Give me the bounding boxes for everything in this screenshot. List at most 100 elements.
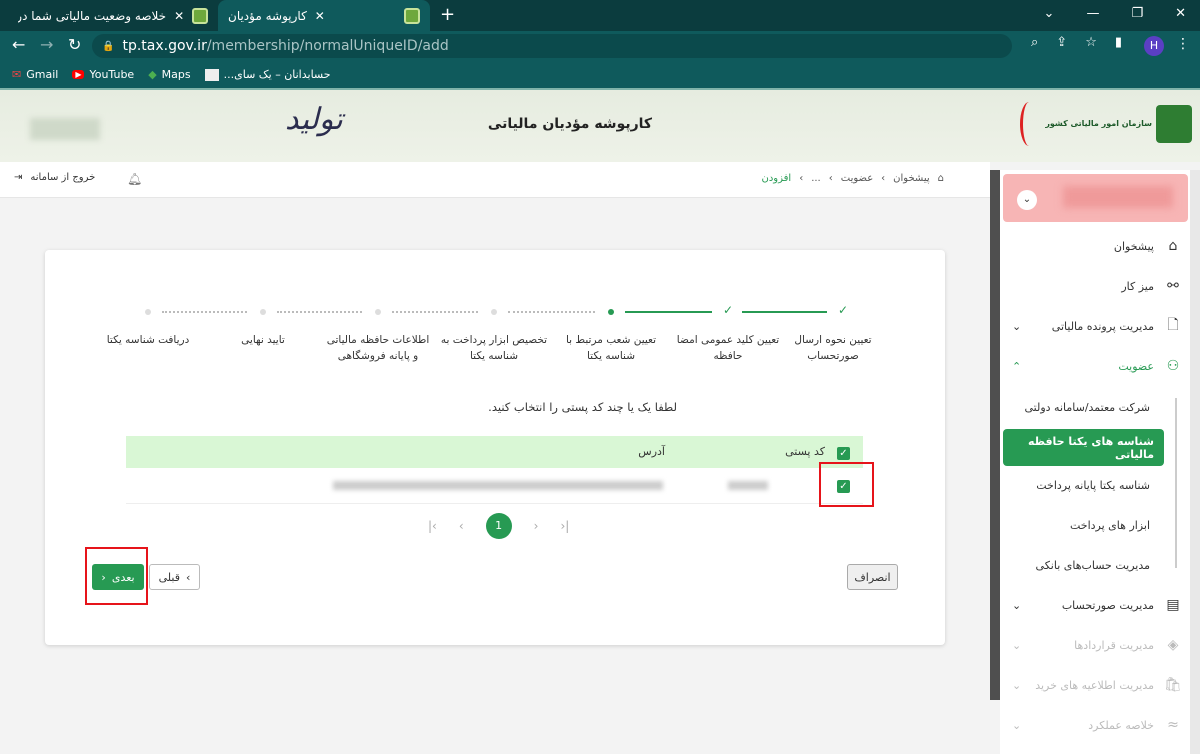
last-page-icon[interactable]: ›| bbox=[560, 519, 569, 533]
bag-icon: 🛍︎ bbox=[1164, 677, 1182, 693]
home-icon: ⌂ bbox=[937, 173, 944, 184]
step-dot bbox=[491, 309, 497, 315]
user-profile-card[interactable]: ⌄ bbox=[1003, 174, 1188, 222]
sidebar-item[interactable]: ≈ خلاصه عملکرد ⌄ bbox=[1002, 705, 1182, 745]
step-label: تعیین شعب مرتبط با شناسه یکتا bbox=[565, 334, 657, 362]
step-connector bbox=[162, 311, 247, 313]
sidebar-item[interactable]: ⚯ میز کار bbox=[1002, 266, 1182, 306]
tab-search-icon[interactable]: ⌄ bbox=[1044, 6, 1055, 21]
back-icon[interactable]: ← bbox=[12, 35, 25, 54]
step-dot bbox=[145, 309, 151, 315]
lock-icon: 🔒 bbox=[102, 40, 115, 52]
sidebar-scrollbar[interactable] bbox=[990, 170, 1000, 700]
next-page-icon[interactable]: › bbox=[534, 519, 539, 533]
logout-button[interactable]: خروج از سامانه ⇥ bbox=[14, 172, 95, 183]
breadcrumb-current: افزودن bbox=[761, 173, 792, 184]
url-host: tp.tax.gov.ir bbox=[122, 38, 207, 54]
chevron-down-icon: ⌄ bbox=[1012, 638, 1022, 652]
prev-button[interactable]: › قبلی bbox=[149, 564, 200, 590]
breadcrumb-item[interactable]: عضویت bbox=[841, 173, 873, 184]
browser-tab-active[interactable]: ✕ کارپوشه مؤدیان bbox=[218, 0, 430, 31]
tax-org-logo: سازمان امور مالیاتی کشور bbox=[1020, 102, 1192, 146]
chevron-down-icon[interactable]: ⌄ bbox=[1017, 190, 1037, 210]
browser-tab-bar: ✕ خلاصه وضعیت مالیاتی شما در نظا ✕ کارپو… bbox=[0, 0, 1200, 31]
menu-icon[interactable]: ⋮ bbox=[1176, 36, 1190, 52]
sidebar-item-label: مدیریت اطلاعیه های خرید bbox=[1035, 678, 1154, 692]
page-scrollbar[interactable] bbox=[1190, 170, 1200, 754]
user-icon: ⚇ bbox=[1166, 358, 1180, 374]
step-label: اطلاعات حافظه مالیاتی و پایانه فروشگاهی bbox=[326, 334, 430, 362]
invoice-icon: ▤ bbox=[1166, 597, 1180, 613]
share-icon[interactable]: ⇪ bbox=[1056, 35, 1067, 50]
sidebar-item[interactable]: ⚇ عضویت ⌃ bbox=[1002, 346, 1182, 386]
tab-title: کارپوشه مؤدیان bbox=[228, 8, 307, 23]
tab-favicon bbox=[192, 7, 208, 24]
logout-label: خروج از سامانه bbox=[30, 172, 96, 183]
sidebar-item-label: عضویت bbox=[1118, 359, 1154, 373]
new-tab-icon[interactable]: + bbox=[440, 4, 455, 25]
breadcrumb-item[interactable]: پیشخوان bbox=[893, 173, 929, 184]
close-window-icon[interactable]: ✕ bbox=[1175, 6, 1186, 21]
step-connector bbox=[508, 311, 595, 313]
browser-tab[interactable]: ✕ خلاصه وضعیت مالیاتی شما در نظا bbox=[8, 0, 218, 31]
sidebar-subitem[interactable]: ابزار های پرداخت bbox=[1070, 506, 1150, 544]
bookmark-star-icon[interactable]: ☆ bbox=[1085, 35, 1097, 50]
bookmark-label: YouTube bbox=[89, 68, 135, 81]
blurred-postal-code bbox=[728, 481, 768, 490]
page-1-button[interactable]: 1 bbox=[485, 513, 512, 539]
sidebar-subitem[interactable]: شناسه یکتا پایانه پرداخت bbox=[1036, 466, 1150, 504]
step-connector bbox=[277, 311, 362, 313]
logo-text: سازمان امور مالیاتی کشور bbox=[1045, 119, 1152, 128]
site-title: کارپوشه مؤدیان مالیاتی bbox=[487, 116, 653, 132]
cancel-button[interactable]: انصراف bbox=[847, 564, 898, 590]
bookmark-gmail[interactable]: ✉ Gmail bbox=[12, 68, 58, 81]
breadcrumb-item[interactable]: ... bbox=[811, 173, 821, 184]
blurred-user-name bbox=[1063, 186, 1173, 208]
profile-avatar[interactable]: H bbox=[1144, 36, 1164, 56]
top-bar: خروج از سامانه ⇥ 🔔︎ ⌂ پیشخوان › عضویت › ...… bbox=[0, 162, 990, 198]
sidebar-item[interactable]: ⌂ پیشخوان bbox=[1002, 226, 1182, 266]
sidebar-item[interactable]: ▤ مدیریت صورتحساب ⌄ bbox=[1002, 585, 1182, 625]
window-controls: ⌄ — ❐ ✕ bbox=[1044, 6, 1186, 21]
blurred-date bbox=[30, 118, 100, 140]
url-path: /membership/normalUniqueID/add bbox=[206, 38, 449, 54]
sidebar-subitem[interactable]: مدیریت حساب‌های بانکی bbox=[1036, 546, 1150, 584]
sidebar-item-label: خلاصه عملکرد bbox=[1088, 718, 1154, 732]
chart-icon: ≈ bbox=[1167, 717, 1179, 733]
bookmark-maps[interactable]: ◆ Maps bbox=[148, 68, 190, 81]
sidebar-item-label: پیشخوان bbox=[1113, 239, 1154, 253]
bookmark-hesabdanan[interactable]: حسابدانان – یک سای... bbox=[204, 68, 331, 81]
bookmark-youtube[interactable]: ▶ YouTube bbox=[72, 68, 134, 81]
step-dot bbox=[608, 309, 614, 315]
sidepanel-icon[interactable]: ▮ bbox=[1115, 35, 1122, 50]
bell-icon[interactable]: 🔔︎ bbox=[127, 172, 142, 186]
sidebar-item-label: میز کار bbox=[1121, 279, 1154, 293]
chevron-right-icon: › bbox=[186, 570, 191, 584]
tab-title: خلاصه وضعیت مالیاتی شما در نظا bbox=[18, 8, 167, 23]
zoom-icon[interactable]: ⌕ bbox=[1031, 35, 1038, 50]
tab-close-icon[interactable]: ✕ bbox=[174, 9, 184, 23]
select-all-checkbox[interactable]: ✓ bbox=[837, 447, 850, 460]
prev-page-icon[interactable]: ‹ bbox=[459, 519, 464, 533]
step-connector bbox=[742, 311, 827, 313]
gmail-icon: ✉ bbox=[12, 68, 22, 81]
address-bar[interactable]: 🔒 tp.tax.gov.ir/membership/normalUniqueI… bbox=[92, 34, 1012, 58]
tab-close-icon[interactable]: ✕ bbox=[315, 9, 325, 23]
sidebar-subitem[interactable]: شناسه های یکتا حافظه مالیاتی bbox=[1003, 429, 1164, 466]
sidebar-subitem-label: شرکت معتمد/سامانه دولتی bbox=[1024, 400, 1151, 414]
sidebar-item[interactable]: 🗋︎ مدیریت پرونده مالیاتی ⌄ bbox=[1002, 306, 1182, 346]
maximize-icon[interactable]: ❐ bbox=[1131, 6, 1143, 21]
sidebar-subitem-label: شناسه های یکتا حافظه مالیاتی bbox=[1027, 434, 1154, 461]
chevron-up-icon: ⌃ bbox=[1012, 359, 1022, 373]
handshake-icon: ◈ bbox=[1167, 637, 1179, 653]
column-postal-code: کد پستی bbox=[785, 445, 825, 458]
maps-icon: ◆ bbox=[148, 68, 157, 81]
step-label: تایید نهایی bbox=[241, 334, 285, 346]
reload-icon[interactable]: ↻ bbox=[68, 35, 81, 54]
first-page-icon[interactable]: |‹ bbox=[428, 519, 437, 533]
forward-icon[interactable]: → bbox=[40, 35, 53, 54]
sidebar-item[interactable]: ◈ مدیریت قراردادها ⌄ bbox=[1002, 625, 1182, 665]
sidebar-item[interactable]: 🛍︎ مدیریت اطلاعیه های خرید ⌄ bbox=[1002, 665, 1182, 705]
minimize-icon[interactable]: — bbox=[1086, 6, 1099, 21]
sidebar-subitem[interactable]: شرکت معتمد/سامانه دولتی bbox=[1025, 388, 1151, 426]
